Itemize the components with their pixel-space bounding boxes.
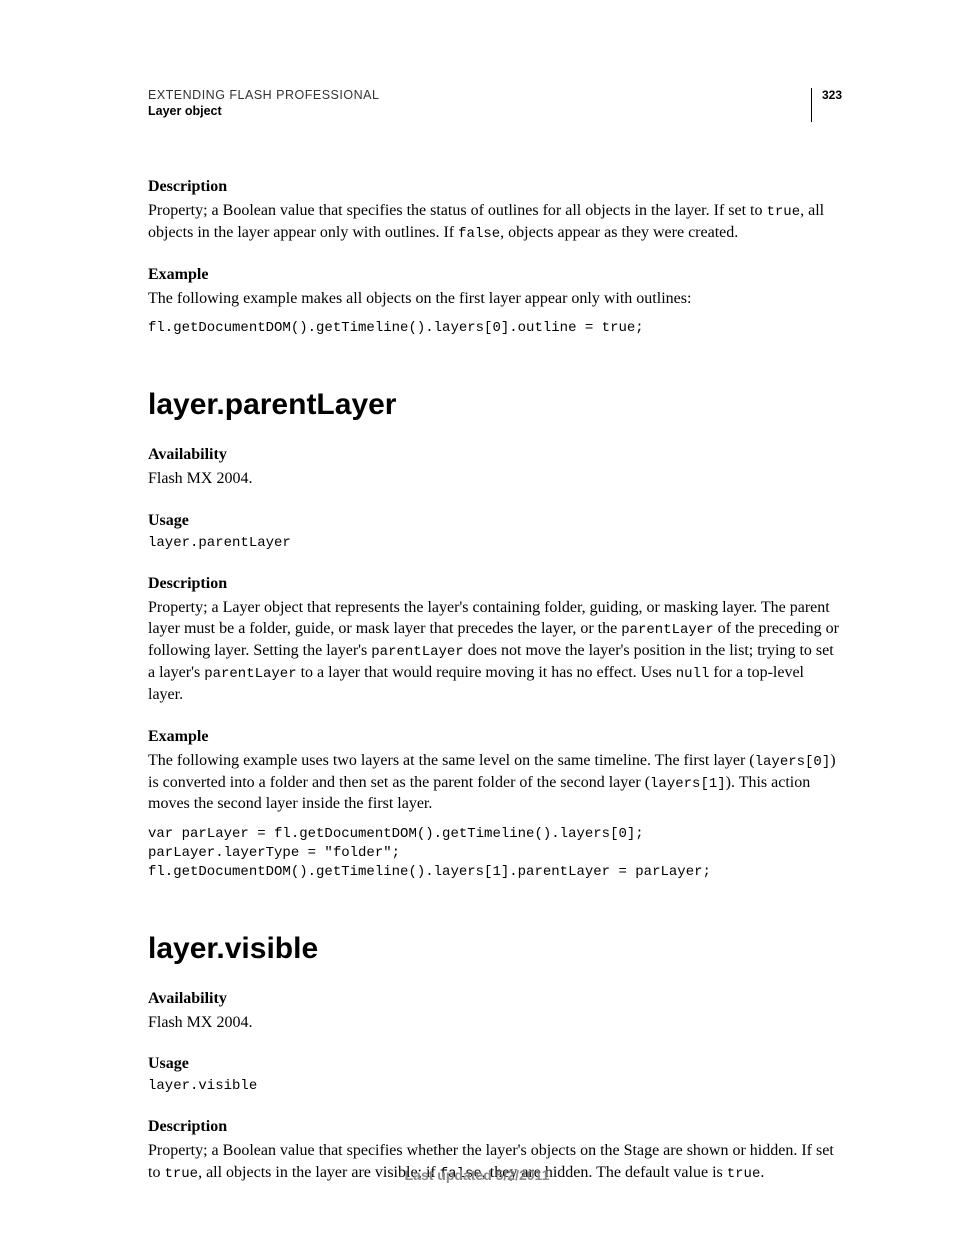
example-intro: The following example makes all objects … (148, 288, 842, 310)
section-parentlayer: layer.parentLayer Availability Flash MX … (148, 388, 842, 881)
inline-code: false (458, 226, 500, 242)
page-number-wrap: 323 (811, 88, 842, 122)
description-heading: Description (148, 575, 842, 593)
api-title: layer.parentLayer (148, 388, 842, 422)
header-left: EXTENDING FLASH PROFESSIONAL Layer objec… (148, 88, 379, 118)
doc-title: EXTENDING FLASH PROFESSIONAL (148, 88, 379, 102)
availability-heading: Availability (148, 990, 842, 1008)
section-visible: layer.visible Availability Flash MX 2004… (148, 932, 842, 1184)
description-heading: Description (148, 178, 842, 196)
inline-code: parentLayer (204, 666, 296, 682)
usage-code: layer.visible (148, 1077, 842, 1096)
description-text: Property; a Layer object that represents… (148, 597, 842, 706)
footer-last-updated: Last updated 5/2/2011 (0, 1167, 954, 1183)
inline-code: parentLayer (621, 622, 713, 638)
example-heading: Example (148, 728, 842, 746)
inline-code: null (676, 666, 710, 682)
description-heading: Description (148, 1118, 842, 1136)
availability-text: Flash MX 2004. (148, 1012, 842, 1034)
page-content: EXTENDING FLASH PROFESSIONAL Layer objec… (0, 0, 954, 1184)
inline-code: parentLayer (371, 644, 463, 660)
chapter-title: Layer object (148, 104, 379, 118)
usage-heading: Usage (148, 1055, 842, 1073)
text-fragment: The following example uses two layers at… (148, 752, 755, 769)
availability-heading: Availability (148, 446, 842, 464)
running-header: EXTENDING FLASH PROFESSIONAL Layer objec… (148, 88, 842, 122)
description-text: Property; a Boolean value that specifies… (148, 200, 842, 244)
availability-text: Flash MX 2004. (148, 468, 842, 490)
code-block: fl.getDocumentDOM().getTimeline().layers… (148, 319, 842, 338)
text-fragment: Property; a Boolean value that specifies… (148, 202, 767, 219)
api-title: layer.visible (148, 932, 842, 966)
inline-code: layers[1] (650, 776, 726, 792)
section-outline-continued: Description Property; a Boolean value th… (148, 178, 842, 338)
usage-code: layer.parentLayer (148, 534, 842, 553)
inline-code: layers[0] (755, 754, 831, 770)
inline-code: true (767, 204, 801, 220)
text-fragment: to a layer that would require moving it … (297, 664, 676, 681)
code-block: var parLayer = fl.getDocumentDOM().getTi… (148, 825, 842, 882)
text-fragment: , objects appear as they were created. (500, 224, 738, 241)
example-intro: The following example uses two layers at… (148, 750, 842, 815)
usage-heading: Usage (148, 512, 842, 530)
example-heading: Example (148, 266, 842, 284)
page-number: 323 (822, 88, 842, 102)
